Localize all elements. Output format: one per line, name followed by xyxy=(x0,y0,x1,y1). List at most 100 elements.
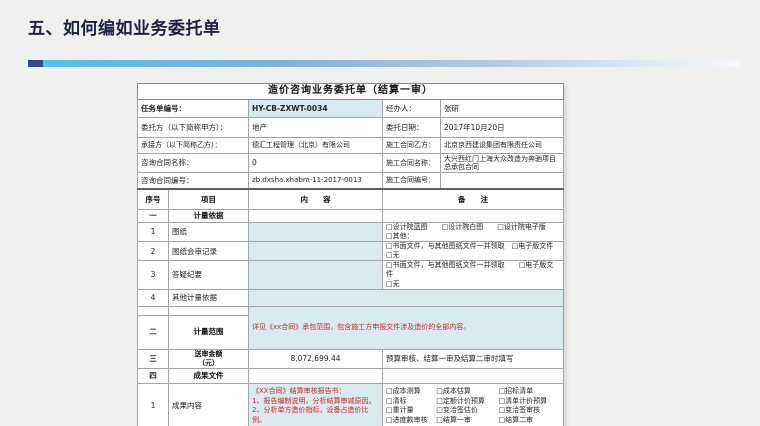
row1-content xyxy=(248,221,383,243)
checkbox-settlement-second-review: □结算二审 xyxy=(498,415,534,424)
construction-contract-name-label: 施工合同名称： xyxy=(382,153,441,173)
result-content-line3: 2、分析单方造价指标，设备占造价比例。 xyxy=(252,406,369,424)
checkbox-change-valuation: □变洽签估价 xyxy=(436,406,478,415)
checkbox-settlement-first-review: □结算一审 xyxy=(436,415,471,424)
accent-bar-block xyxy=(28,60,43,67)
checkbox-bid-clarify: □清标 xyxy=(386,396,407,405)
row4-seq: 4 xyxy=(137,288,169,307)
checkbox-cost-assessment: □成本估算 xyxy=(436,387,471,396)
info-row-contractor: 承接方（以下简称乙方）： 德汇工程管理（北京）有限公司 施工合同乙方： 北京京西… xyxy=(137,137,565,154)
row2-remark-none-checkbox: □无 xyxy=(386,251,400,260)
result-remark-checkbox-grid: □成本测算 □成本估算 □招标清单 □标底 □清标 □定额计价预算 □清单计价预… xyxy=(381,382,565,426)
title-accent-bar xyxy=(28,60,740,67)
table-row-result-content: 1 成果内容 《XX合同》结算审核报告书： 1、报告编制说明，分析结算审减原因。… xyxy=(137,382,565,426)
result-content-line2: 1、报告编制说明，分析结算审减原因。 xyxy=(252,396,376,405)
section-row-deliverables: 四 成果文件 xyxy=(137,367,565,384)
section2-seq: 二 xyxy=(137,314,169,350)
section4-content xyxy=(248,367,383,384)
checkbox-line-4: □进度款审核 □结算一审 □结算二审 xyxy=(386,416,560,425)
row1-item: 图纸 xyxy=(168,221,249,243)
entrust-date-label: 委托日期： xyxy=(382,117,441,138)
section1-remark xyxy=(381,209,565,223)
amount-remark: 预算审核、结算一审及结算二审时填写 xyxy=(381,348,565,369)
row1-remark-other-checkbox: □其他： xyxy=(386,232,414,241)
construction-party-value: 北京京西建设集团有限责任公司 xyxy=(439,137,565,154)
client-value: 地产 xyxy=(248,117,383,138)
section1-content xyxy=(248,209,383,223)
table-row-drawing-review: 2 图纸会审记录 □书面文件，与其他图纸文件一并领取 □电子版文件 □无 xyxy=(137,241,565,262)
result-seq: 1 xyxy=(137,382,169,426)
checkbox-cost-estimate: □成本测算 xyxy=(386,387,421,396)
section4-remark xyxy=(381,367,565,384)
presentation-slide: 五、如何编如业务委托单 造价咨询业务委托单（结算一审） 任务单编号： HY-CB… xyxy=(0,0,760,426)
scope-content: 详见《xx合同》承包范围，包含施工方申报文件涉及造价的全部内容。 xyxy=(247,305,565,350)
row3-seq: 3 xyxy=(137,260,169,290)
header-item: 项目 xyxy=(168,187,249,210)
checkbox-remeasure: □重计量 xyxy=(386,406,414,415)
consult-contract-no-value: zb.dxsha.xhabm-11-2017-0013 xyxy=(248,172,383,189)
checkbox-quota-budget: □定额计价预算 xyxy=(436,396,485,405)
row3-remark-checkboxes: □书面文件，与其他图纸文件一并领取 □电子版文件 xyxy=(386,261,554,279)
table-row-other-basis: 4 其他计量依据 xyxy=(137,288,565,307)
consult-contract-no-label: 咨询合同编号： xyxy=(137,172,249,189)
construction-party-label: 施工合同乙方： xyxy=(382,137,441,154)
section4-seq: 四 xyxy=(137,367,169,384)
checkbox-change-audit: □变洽签审核 xyxy=(498,406,541,415)
form-title-row: 造价咨询业务委托单（结算一审） xyxy=(136,83,565,100)
client-label: 委托方（以下简称甲方）： xyxy=(137,117,249,138)
checkbox-line-1: □成本测算 □成本估算 □招标清单 □标底 xyxy=(386,387,560,396)
row4-content xyxy=(247,288,565,307)
construction-contract-name-value: 大兴西红门上海大众改造为奔驰项目总承包合同 xyxy=(439,153,565,173)
contractor-value: 德汇工程管理（北京）有限公司 xyxy=(248,137,383,154)
section-row-basis: 一 计量依据 xyxy=(137,209,565,223)
row2-remark-checkboxes: □书面文件，与其他图纸文件一并领取 □电子版文件 xyxy=(386,242,554,251)
row2-item: 图纸会审记录 xyxy=(168,241,249,262)
handler-label: 经办人： xyxy=(382,99,441,118)
table-header-row: 序号 项目 内 容 备 注 xyxy=(137,187,565,210)
amount-item-line2: （元） xyxy=(198,358,219,367)
checkbox-list-budget: □清单计价预算 xyxy=(498,396,548,405)
handler-value: 张研 xyxy=(439,99,565,118)
accent-bar-gradient xyxy=(43,60,740,67)
section4-item: 成果文件 xyxy=(168,367,249,384)
row3-item: 答疑纪要 xyxy=(168,260,249,290)
checkbox-bid-list: □招标清单 xyxy=(498,387,534,396)
row2-remark: □书面文件，与其他图纸文件一并领取 □电子版文件 □无 xyxy=(381,241,565,262)
row2-content xyxy=(248,241,383,262)
table-row-drawings: 1 图纸 □设计院蓝图 □设计院白图 □设计院电子版 □其他： xyxy=(137,221,565,243)
section3-item: 送审金额 （元） xyxy=(168,348,249,369)
checkbox-line-3: □重计量 □变洽签估价 □变洽签审核 xyxy=(386,406,560,415)
commission-form-document: 造价咨询业务委托单（结算一审） 任务单编号： HY-CB-ZXWT-0034 经… xyxy=(136,83,565,426)
row3-content xyxy=(248,260,383,290)
table-row-qa-minutes: 3 答疑纪要 □书面文件，与其他图纸文件一并领取 □电子版文件 □无 xyxy=(137,260,565,290)
section1-item: 计量依据 xyxy=(168,209,249,223)
consult-contract-name-label: 咨询合同名称： xyxy=(137,153,249,173)
construction-contract-no-label: 施工合同编号： xyxy=(382,172,441,189)
contractor-label: 承接方（以下简称乙方）： xyxy=(137,137,249,154)
section3-seq: 三 xyxy=(137,348,169,369)
info-row-consult-contract-no: 咨询合同编号： zb.dxsha.xhabm-11-2017-0013 施工合同… xyxy=(137,172,565,189)
checkbox-base-price: □标底 xyxy=(563,387,564,395)
row2-seq: 2 xyxy=(137,241,169,262)
row1-seq: 1 xyxy=(137,221,169,243)
entrust-date-value: 2017年10月20日 xyxy=(439,117,565,138)
spacer-seq xyxy=(137,305,169,316)
amount-value: 8,072,699.44 xyxy=(248,348,383,369)
section2-item: 计量范围 xyxy=(168,314,249,350)
row3-remark-none-checkbox: □无 xyxy=(386,279,400,288)
info-row-task-no: 任务单编号： HY-CB-ZXWT-0034 经办人： 张研 xyxy=(137,99,565,118)
result-content: 《XX合同》结算审核报告书： 1、报告编制说明，分析结算审减原因。 2、分析单方… xyxy=(248,382,383,426)
checkbox-line-2: □清标 □定额计价预算 □清单计价预算 xyxy=(386,397,560,406)
checkbox-progress-payment-audit: □进度款审核 xyxy=(386,415,428,424)
section1-seq: 一 xyxy=(137,209,169,223)
result-item: 成果内容 xyxy=(168,382,249,426)
form-title: 造价咨询业务委托单（结算一审） xyxy=(136,83,565,100)
info-row-client: 委托方（以下简称甲方）： 地产 委托日期： 2017年10月20日 xyxy=(137,117,565,138)
spacer-row: 详见《xx合同》承包范围，包含施工方申报文件涉及造价的全部内容。 xyxy=(137,305,565,350)
row1-remark: □设计院蓝图 □设计院白图 □设计院电子版 □其他： xyxy=(381,221,565,243)
task-no-label: 任务单编号： xyxy=(137,99,249,118)
construction-contract-no-value xyxy=(439,172,565,189)
row3-remark: □书面文件，与其他图纸文件一并领取 □电子版文件 □无 xyxy=(381,260,565,290)
header-remark: 备 注 xyxy=(381,187,565,210)
row4-item: 其他计量依据 xyxy=(168,288,249,307)
